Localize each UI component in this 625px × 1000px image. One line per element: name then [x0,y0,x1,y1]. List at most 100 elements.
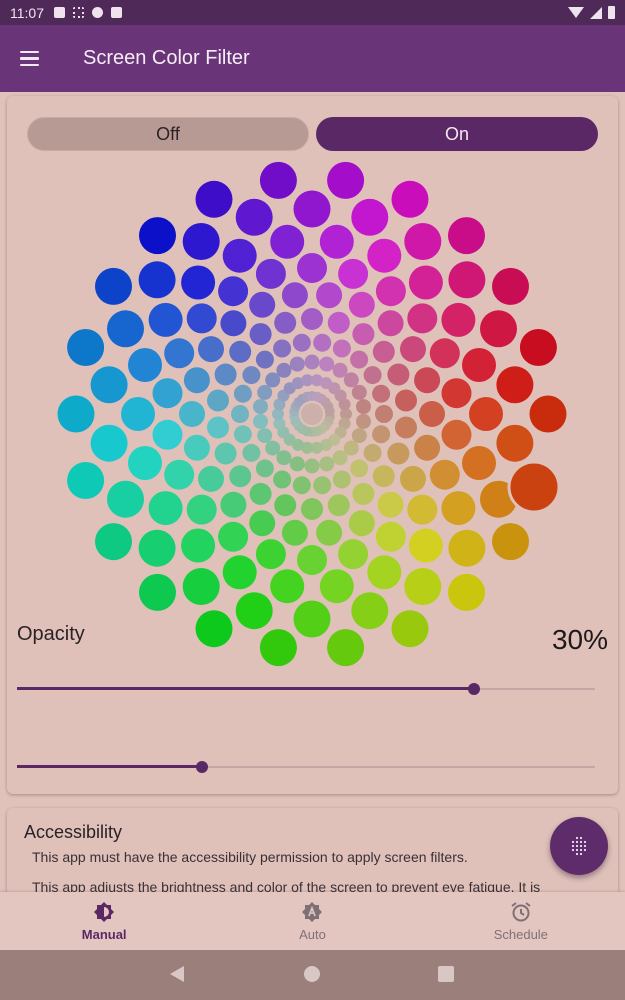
color-dot[interactable] [400,465,426,492]
color-dot[interactable] [319,224,354,259]
color-dot[interactable] [186,303,217,334]
color-dot[interactable] [377,491,404,518]
color-dot[interactable] [395,416,417,439]
color-dot[interactable] [95,267,132,305]
color-dot[interactable] [231,405,249,423]
color-dot[interactable] [319,569,354,604]
color-dot[interactable] [496,366,534,404]
color-dot[interactable] [372,465,395,488]
color-dot[interactable] [249,482,272,505]
color-dot[interactable] [351,384,367,400]
color-dot[interactable] [316,282,343,309]
color-dot[interactable] [301,308,323,330]
color-dot[interactable] [301,403,323,425]
color-dot[interactable] [407,303,438,334]
color-dot[interactable] [214,442,237,465]
color-dot[interactable] [233,425,252,444]
color-dot[interactable] [327,494,350,517]
nav-item-manual[interactable]: Manual [0,892,208,950]
color-dot[interactable] [255,350,274,369]
color-dot[interactable] [198,336,224,363]
color-dot[interactable] [259,161,297,199]
color-dot[interactable] [274,311,297,334]
color-dot[interactable] [255,459,274,478]
color-dot[interactable] [429,338,460,369]
color-dot[interactable] [519,329,557,366]
color-dot[interactable] [195,180,233,218]
color-dot[interactable] [448,529,486,567]
color-dot[interactable] [182,223,220,260]
color-dot[interactable] [351,428,367,444]
color-dot[interactable] [297,253,327,283]
color-dot[interactable] [327,161,365,199]
color-dot[interactable] [95,523,132,561]
color-dot[interactable] [218,276,249,307]
color-dot[interactable] [152,378,183,409]
color-dot[interactable] [375,276,406,307]
fab-button[interactable] [550,817,608,875]
color-dot[interactable] [183,367,210,394]
color-dot[interactable] [400,336,426,363]
color-dot[interactable] [348,510,375,537]
color-dot[interactable] [429,459,460,490]
color-dot[interactable] [233,384,252,403]
color-slider[interactable] [17,679,595,699]
color-dot[interactable] [414,367,441,394]
color-dot[interactable] [138,529,176,567]
color-slider-thumb[interactable] [467,683,480,695]
opacity-slider[interactable] [17,757,595,777]
color-dot[interactable] [138,261,176,299]
color-dot[interactable] [293,600,331,638]
color-dot[interactable] [338,258,369,289]
color-dot[interactable] [372,384,391,403]
nav-item-schedule[interactable]: Schedule [417,892,625,950]
color-dot[interactable] [332,450,348,466]
color-dot[interactable] [128,348,162,382]
color-dot[interactable] [195,610,233,648]
color-dot[interactable] [363,443,382,462]
color-dot[interactable] [351,198,389,236]
color-dot[interactable] [448,573,485,611]
color-dot[interactable] [249,323,272,346]
color-dot[interactable] [273,470,292,489]
color-dot[interactable] [259,629,297,667]
color-dot[interactable] [367,238,402,273]
color-dot[interactable] [404,568,442,605]
color-dot[interactable] [408,265,443,300]
color-dot[interactable] [356,413,371,429]
color-dot[interactable] [372,340,395,363]
color-dot[interactable] [448,217,485,255]
color-dot[interactable] [182,568,220,605]
color-dot[interactable] [356,399,371,415]
color-dot[interactable] [164,338,195,369]
color-dot[interactable] [270,569,305,604]
color-dot[interactable] [255,258,286,289]
color-dot[interactable] [222,238,257,273]
color-dot[interactable] [257,384,273,400]
color-dot[interactable] [301,498,323,520]
color-dot[interactable] [139,217,176,255]
color-dot[interactable] [229,340,252,363]
color-dot[interactable] [229,465,252,488]
color-dot[interactable] [164,459,195,490]
color-dot[interactable] [391,610,429,648]
color-dot[interactable] [480,310,517,348]
color-dot[interactable] [214,363,237,386]
color-dot[interactable] [207,416,229,439]
on-button[interactable]: On [316,117,598,151]
color-dot[interactable] [257,428,273,444]
color-dot[interactable] [235,592,273,630]
color-dot[interactable] [274,494,297,517]
back-icon[interactable] [170,966,184,982]
color-dot[interactable] [253,399,268,415]
color-dot[interactable] [304,458,320,474]
color-dot[interactable] [377,310,404,337]
color-dot[interactable] [448,261,486,299]
color-dot[interactable] [496,424,534,462]
color-dot[interactable] [350,459,369,478]
color-dot[interactable] [67,462,105,499]
color-dot[interactable] [441,419,472,450]
color-dot[interactable] [338,398,351,411]
color-dot[interactable] [404,223,442,260]
color-dot[interactable] [469,397,503,431]
